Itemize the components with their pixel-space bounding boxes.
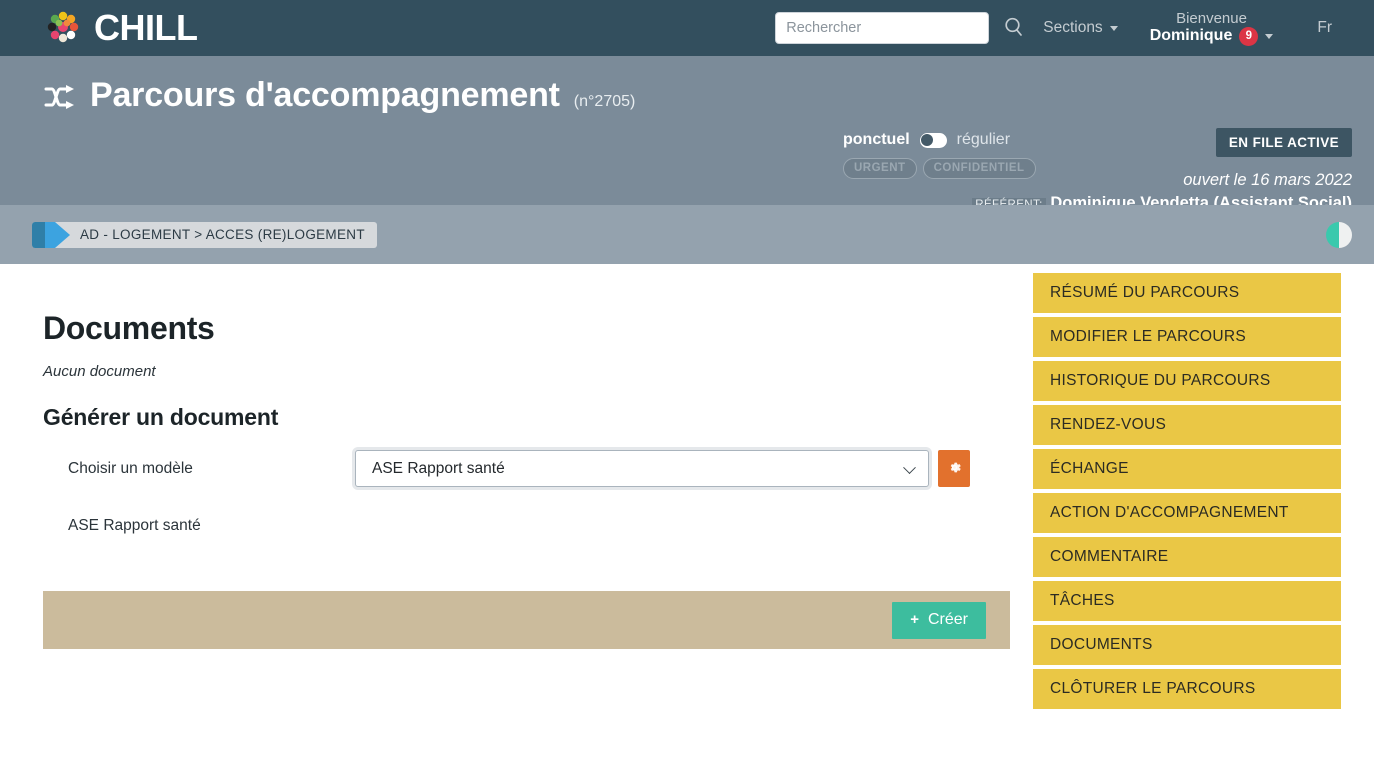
breadcrumb-arrow-bg — [45, 222, 55, 248]
opened-at-date: ouvert le 16 mars 2022 — [932, 171, 1352, 190]
search-button[interactable] — [989, 16, 1037, 41]
flag-urgent: URGENT — [843, 158, 917, 179]
sidebar-item-modifier-le-parcours[interactable]: MODIFIER LE PARCOURS — [1033, 317, 1341, 357]
sections-label: Sections — [1043, 19, 1102, 37]
main-content: Documents Aucun document Générer un docu… — [0, 264, 1374, 760]
chevron-down-icon — [1265, 34, 1273, 39]
sidebar-item-historique-du-parcours[interactable]: HISTORIQUE DU PARCOURS — [1033, 361, 1341, 401]
sidebar-item-taches[interactable]: TÂCHES — [1033, 581, 1341, 621]
page-number: (n°2705) — [574, 93, 636, 111]
breadcrumb-bar: AD - LOGEMENT > ACCES (RE)LOGEMENT — [0, 205, 1374, 264]
user-name: Dominique — [1150, 27, 1233, 45]
notification-badge: 9 — [1239, 27, 1258, 46]
chevron-down-icon — [1110, 26, 1118, 31]
template-select-label: Choisir un modèle — [43, 460, 355, 478]
plus-icon: + — [910, 612, 919, 627]
search-input[interactable] — [775, 12, 989, 44]
breadcrumb[interactable]: AD - LOGEMENT > ACCES (RE)LOGEMENT — [32, 222, 377, 248]
template-select[interactable]: ASE Rapport santé — [355, 450, 929, 487]
page-title: Parcours d'accompagnement — [90, 76, 560, 115]
status-badge: EN FILE ACTIVE — [1216, 128, 1352, 157]
template-settings-button[interactable] — [938, 450, 970, 487]
sidebar-item-echange[interactable]: ÉCHANGE — [1033, 449, 1341, 489]
create-button-label: Créer — [928, 611, 968, 629]
chill-pinwheel-logo-icon — [42, 7, 84, 49]
page-title-wrap: Parcours d'accompagnement (n°2705) — [22, 56, 1352, 115]
action-sidebar: RÉSUMÉ DU PARCOURS MODIFIER LE PARCOURS … — [1033, 273, 1341, 713]
action-bar: + Créer — [43, 591, 1010, 649]
breadcrumb-label: AD - LOGEMENT > ACCES (RE)LOGEMENT — [70, 222, 377, 248]
sidebar-item-rendez-vous[interactable]: RENDEZ-VOUS — [1033, 405, 1341, 445]
sidebar-item-documents[interactable]: DOCUMENTS — [1033, 625, 1341, 665]
breadcrumb-arrow-icon — [55, 222, 70, 248]
gear-icon — [947, 460, 962, 478]
template-form-row: Choisir un modèle ASE Rapport santé — [43, 450, 1010, 487]
create-button[interactable]: + Créer — [892, 602, 986, 639]
language-switcher[interactable]: Fr — [1317, 19, 1332, 37]
page-heading: Documents — [43, 310, 1010, 347]
documents-panel: Documents Aucun document Générer un docu… — [43, 310, 1010, 535]
sidebar-item-resume-du-parcours[interactable]: RÉSUMÉ DU PARCOURS — [1033, 273, 1341, 313]
selected-template-name: ASE Rapport santé — [43, 517, 1010, 535]
half-circle-toggle-icon[interactable] — [1326, 222, 1352, 248]
sidebar-item-cloturer-le-parcours[interactable]: CLÔTURER LE PARCOURS — [1033, 669, 1341, 709]
page-header: Parcours d'accompagnement (n°2705) ponct… — [0, 56, 1374, 205]
user-row: Dominique 9 — [1150, 27, 1274, 46]
brand-logo[interactable]: CHILL — [42, 7, 197, 49]
chevron-down-icon — [903, 461, 916, 474]
navbar-right: Sections Bienvenue Dominique 9 Fr — [775, 0, 1374, 56]
template-select-value: ASE Rapport santé — [372, 460, 505, 478]
user-menu[interactable]: Bienvenue Dominique 9 — [1150, 10, 1278, 46]
brand-name: CHILL — [94, 10, 197, 46]
template-select-wrap: ASE Rapport santé — [355, 450, 970, 487]
top-navbar: CHILL Sections Bienvenue Dominique 9 Fr — [0, 0, 1374, 56]
sections-menu[interactable]: Sections — [1037, 19, 1123, 37]
toggle-left-label: ponctuel — [843, 131, 910, 149]
sidebar-item-action-accompagnement[interactable]: ACTION D'ACCOMPAGNEMENT — [1033, 493, 1341, 533]
sidebar-item-commentaire[interactable]: COMMENTAIRE — [1033, 537, 1341, 577]
breadcrumb-block-icon — [32, 222, 45, 248]
empty-state-text: Aucun document — [43, 363, 1010, 380]
welcome-label: Bienvenue — [1150, 10, 1274, 27]
shuffle-icon — [44, 83, 76, 116]
generate-document-heading: Générer un document — [43, 404, 1010, 431]
search-icon — [1003, 16, 1025, 41]
